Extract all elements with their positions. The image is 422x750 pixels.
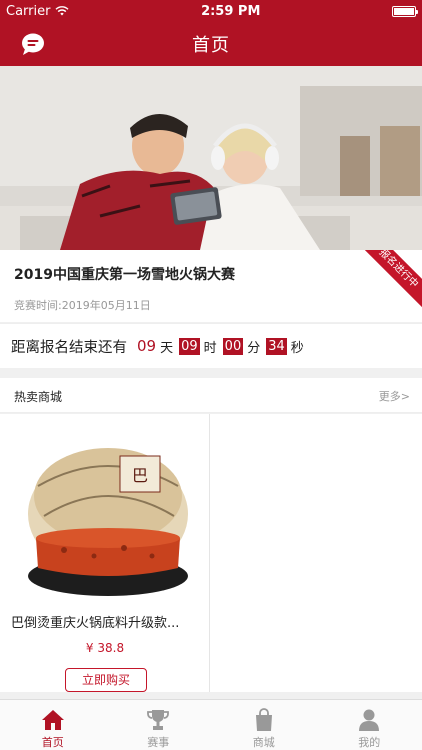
countdown-minutes-unit: 分 (247, 340, 261, 356)
tab-events[interactable]: 赛事 (106, 700, 212, 750)
countdown-days-unit: 天 (160, 340, 174, 356)
battery-icon (391, 5, 418, 17)
svg-text:巴: 巴 (132, 466, 148, 485)
tab-mine[interactable]: 我的 (317, 700, 422, 750)
countdown-seconds-unit: 秒 (290, 340, 304, 356)
chat-bubble-icon (22, 33, 44, 55)
status-bar: Carrier 2:59 PM (0, 0, 422, 22)
banner-image[interactable] (0, 66, 422, 250)
trophy-icon (147, 710, 170, 730)
page-title: 首页 (192, 35, 230, 56)
status-time: 2:59 PM (201, 3, 261, 19)
top-bar: Carrier 2:59 PM 首页 (0, 0, 422, 66)
user-icon (359, 709, 380, 731)
countdown-hours-unit: 时 (203, 340, 217, 356)
wifi-icon (55, 6, 69, 16)
countdown-hours: 09 (179, 337, 200, 355)
event-date: 竞赛时间:2019年05月11日 (14, 297, 151, 313)
home-icon (41, 710, 64, 730)
tab-bar: 首页 赛事 商城 我的 (0, 699, 422, 750)
countdown-minutes: 00 (222, 337, 244, 355)
countdown-seconds: 34 (266, 337, 287, 355)
shopping-bag-icon (255, 708, 272, 731)
product-card[interactable]: 巴 巴倒烫重庆火锅底料升级款... ¥ 38.8 立即购买 (0, 414, 210, 692)
banner-illustration (0, 66, 422, 250)
mall-section-header: 热卖商城 更多> (0, 378, 422, 413)
product-price: ¥ 38.8 (85, 641, 125, 655)
message-button[interactable] (20, 31, 46, 57)
nav-bar: 首页 (0, 22, 422, 66)
countdown-label: 距离报名结束还有 (11, 339, 127, 356)
countdown-days: 09 (137, 337, 157, 355)
mall-section-title: 热卖商城 (14, 390, 63, 404)
carrier-label: Carrier (6, 3, 51, 19)
event-date-value: 2019年05月11日 (61, 299, 151, 312)
event-date-label: 竞赛时间: (14, 299, 62, 312)
event-card[interactable]: 2019中国重庆第一场雪地火锅大赛 竞赛时间:2019年05月11日 报名进行中 (0, 250, 422, 322)
tab-mall[interactable]: 商城 (211, 700, 317, 750)
status-left: Carrier (6, 4, 69, 19)
buy-now-button[interactable]: 立即购买 (65, 668, 147, 692)
event-title: 2019中国重庆第一场雪地火锅大赛 (14, 267, 235, 283)
tab-mall-label: 商城 (252, 736, 275, 749)
status-ribbon: 报名进行中 (348, 250, 422, 319)
product-image: 巴 (28, 448, 188, 596)
registration-countdown: 距离报名结束还有 09 天 09 时 00 分 34 秒 (0, 323, 422, 368)
product-name: 巴倒烫重庆火锅底料升级款... (11, 616, 180, 631)
tab-events-label: 赛事 (147, 736, 170, 749)
tab-home-label: 首页 (41, 736, 64, 749)
product-grid: 巴 巴倒烫重庆火锅底料升级款... ¥ 38.8 立即购买 (0, 414, 422, 692)
more-link[interactable]: 更多> (379, 388, 410, 404)
tab-home[interactable]: 首页 (0, 700, 106, 750)
tab-mine-label: 我的 (358, 736, 381, 749)
